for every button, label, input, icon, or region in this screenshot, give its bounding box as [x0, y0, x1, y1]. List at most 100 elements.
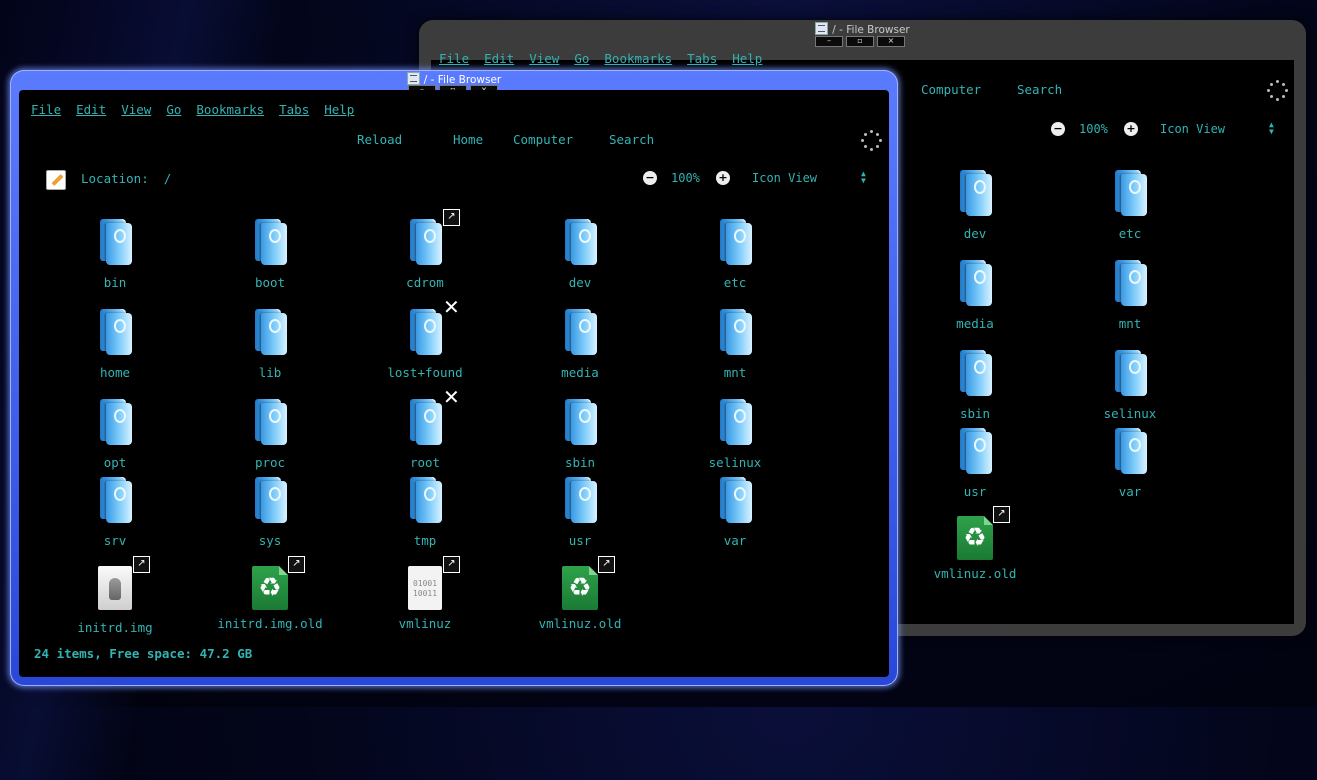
maximize-button[interactable]: ▫	[846, 36, 874, 47]
back-titlebar[interactable]: / - File Browser	[419, 22, 1306, 36]
item-label: sys	[258, 533, 282, 548]
folder-item[interactable]: bin	[40, 219, 190, 290]
folder-item[interactable]: srv	[40, 477, 190, 548]
folder-icon	[253, 309, 287, 355]
back-zoom-out-icon[interactable]: −	[1051, 122, 1065, 136]
folder-item[interactable]: dev	[505, 219, 655, 290]
zoom-in-icon[interactable]: +	[716, 171, 730, 185]
folder-item[interactable]: etc	[660, 219, 810, 290]
folder-icon	[253, 399, 287, 445]
folder-item[interactable]: var	[660, 477, 810, 548]
file-item[interactable]: ♻ ↗ initrd.img.old	[195, 556, 345, 631]
computer-button[interactable]: Computer	[513, 132, 573, 147]
front-titlebar[interactable]: / - File Browser	[10, 72, 898, 86]
folder-item[interactable]: tmp	[350, 477, 500, 548]
location-path[interactable]: /	[164, 171, 172, 186]
binary-file-icon: 01001 10011	[408, 566, 442, 610]
file-item[interactable]: ♻ ↗ vmlinuz.old	[505, 556, 655, 631]
folder-item[interactable]: var	[1055, 428, 1205, 499]
edit-location-icon[interactable]	[46, 170, 66, 190]
folder-item[interactable]: usr	[505, 477, 655, 548]
folder-item[interactable]: opt	[40, 399, 190, 470]
folder-item[interactable]: selinux	[1055, 350, 1205, 421]
folder-item[interactable]: mnt	[660, 309, 810, 380]
recycle-file-icon: ♻	[252, 566, 288, 610]
zoom-level: 100%	[671, 171, 700, 185]
menu-view[interactable]: View	[121, 102, 151, 117]
folder-icon	[718, 399, 752, 445]
folder-item[interactable]: ↗ cdrom	[350, 209, 500, 290]
folder-item[interactable]: proc	[195, 399, 345, 470]
view-mode-select[interactable]: Icon View	[752, 171, 817, 185]
back-zoom-in-icon[interactable]: +	[1124, 122, 1138, 136]
menu-tabs[interactable]: Tabs	[687, 51, 717, 66]
file-item[interactable]: ♻ ↗ vmlinuz.old	[900, 506, 1050, 581]
item-label: vmlinuz	[398, 616, 452, 631]
select-arrows-icon[interactable]: ▲ ▼	[861, 170, 866, 185]
item-label: home	[99, 365, 131, 380]
close-button[interactable]: ×	[877, 36, 905, 47]
menu-bookmarks[interactable]: Bookmarks	[196, 102, 264, 117]
folder-icon	[563, 477, 597, 523]
folder-icon	[958, 428, 992, 474]
item-label: vmlinuz.old	[933, 566, 1017, 581]
symlink-badge-icon: ↗	[993, 506, 1010, 523]
reload-button[interactable]: Reload	[357, 132, 402, 147]
folder-icon	[718, 477, 752, 523]
back-computer-button[interactable]: Computer	[921, 82, 981, 97]
menu-edit[interactable]: Edit	[484, 51, 514, 66]
folder-item[interactable]: etc	[1055, 170, 1205, 241]
item-label: initrd.img	[77, 620, 153, 635]
folder-icon	[408, 477, 442, 523]
menu-go[interactable]: Go	[574, 51, 589, 66]
home-button[interactable]: Home	[453, 132, 483, 147]
menu-bookmarks[interactable]: Bookmarks	[604, 51, 672, 66]
folder-item[interactable]: lib	[195, 309, 345, 380]
menu-file[interactable]: File	[439, 51, 469, 66]
item-label: sbin	[959, 406, 991, 421]
menu-view[interactable]: View	[529, 51, 559, 66]
folder-item[interactable]: dev	[900, 170, 1050, 241]
search-button[interactable]: Search	[609, 132, 654, 147]
back-window-controls: – ▫ ×	[815, 36, 905, 47]
folder-item[interactable]: selinux	[660, 399, 810, 470]
folder-item[interactable]: sbin	[900, 350, 1050, 421]
menu-help[interactable]: Help	[732, 51, 762, 66]
menu-edit[interactable]: Edit	[76, 102, 106, 117]
folder-item[interactable]: usr	[900, 428, 1050, 499]
back-search-button[interactable]: Search	[1017, 82, 1062, 97]
back-select-arrows-icon[interactable]: ▲ ▼	[1269, 121, 1274, 136]
folder-icon	[253, 219, 287, 265]
item-label: boot	[254, 275, 286, 290]
item-label: vmlinuz.old	[538, 616, 622, 631]
folder-icon	[408, 219, 442, 265]
folder-item[interactable]: ✕ root	[350, 387, 500, 470]
folder-icon	[98, 219, 132, 265]
folder-item[interactable]: sys	[195, 477, 345, 548]
menu-help[interactable]: Help	[324, 102, 354, 117]
folder-icon	[1113, 350, 1147, 396]
minimize-button[interactable]: –	[815, 36, 843, 47]
menu-go[interactable]: Go	[166, 102, 181, 117]
folder-icon	[1113, 170, 1147, 216]
symlink-badge-icon: ↗	[133, 556, 150, 573]
folder-item[interactable]: sbin	[505, 399, 655, 470]
menu-tabs[interactable]: Tabs	[279, 102, 309, 117]
back-view-mode-select[interactable]: Icon View	[1160, 122, 1225, 136]
location-bar[interactable]: Location: /	[81, 171, 171, 186]
item-label: var	[1118, 484, 1142, 499]
folder-item[interactable]: mnt	[1055, 260, 1205, 331]
front-file-browser-window[interactable]: / - File Browser – ▫ × File Edit View Go…	[10, 70, 898, 686]
folder-item[interactable]: home	[40, 309, 190, 380]
zoom-out-icon[interactable]: −	[643, 171, 657, 185]
folder-item[interactable]: boot	[195, 219, 345, 290]
file-item[interactable]: ↗ initrd.img	[40, 556, 190, 635]
folder-item[interactable]: ✕ lost+found	[350, 297, 500, 380]
menu-file[interactable]: File	[31, 102, 61, 117]
folder-item[interactable]: media	[900, 260, 1050, 331]
item-label: srv	[103, 533, 127, 548]
item-label: media	[956, 316, 994, 331]
folder-item[interactable]: media	[505, 309, 655, 380]
item-label: media	[561, 365, 599, 380]
file-item[interactable]: 01001 10011 ↗ vmlinuz	[350, 556, 500, 631]
